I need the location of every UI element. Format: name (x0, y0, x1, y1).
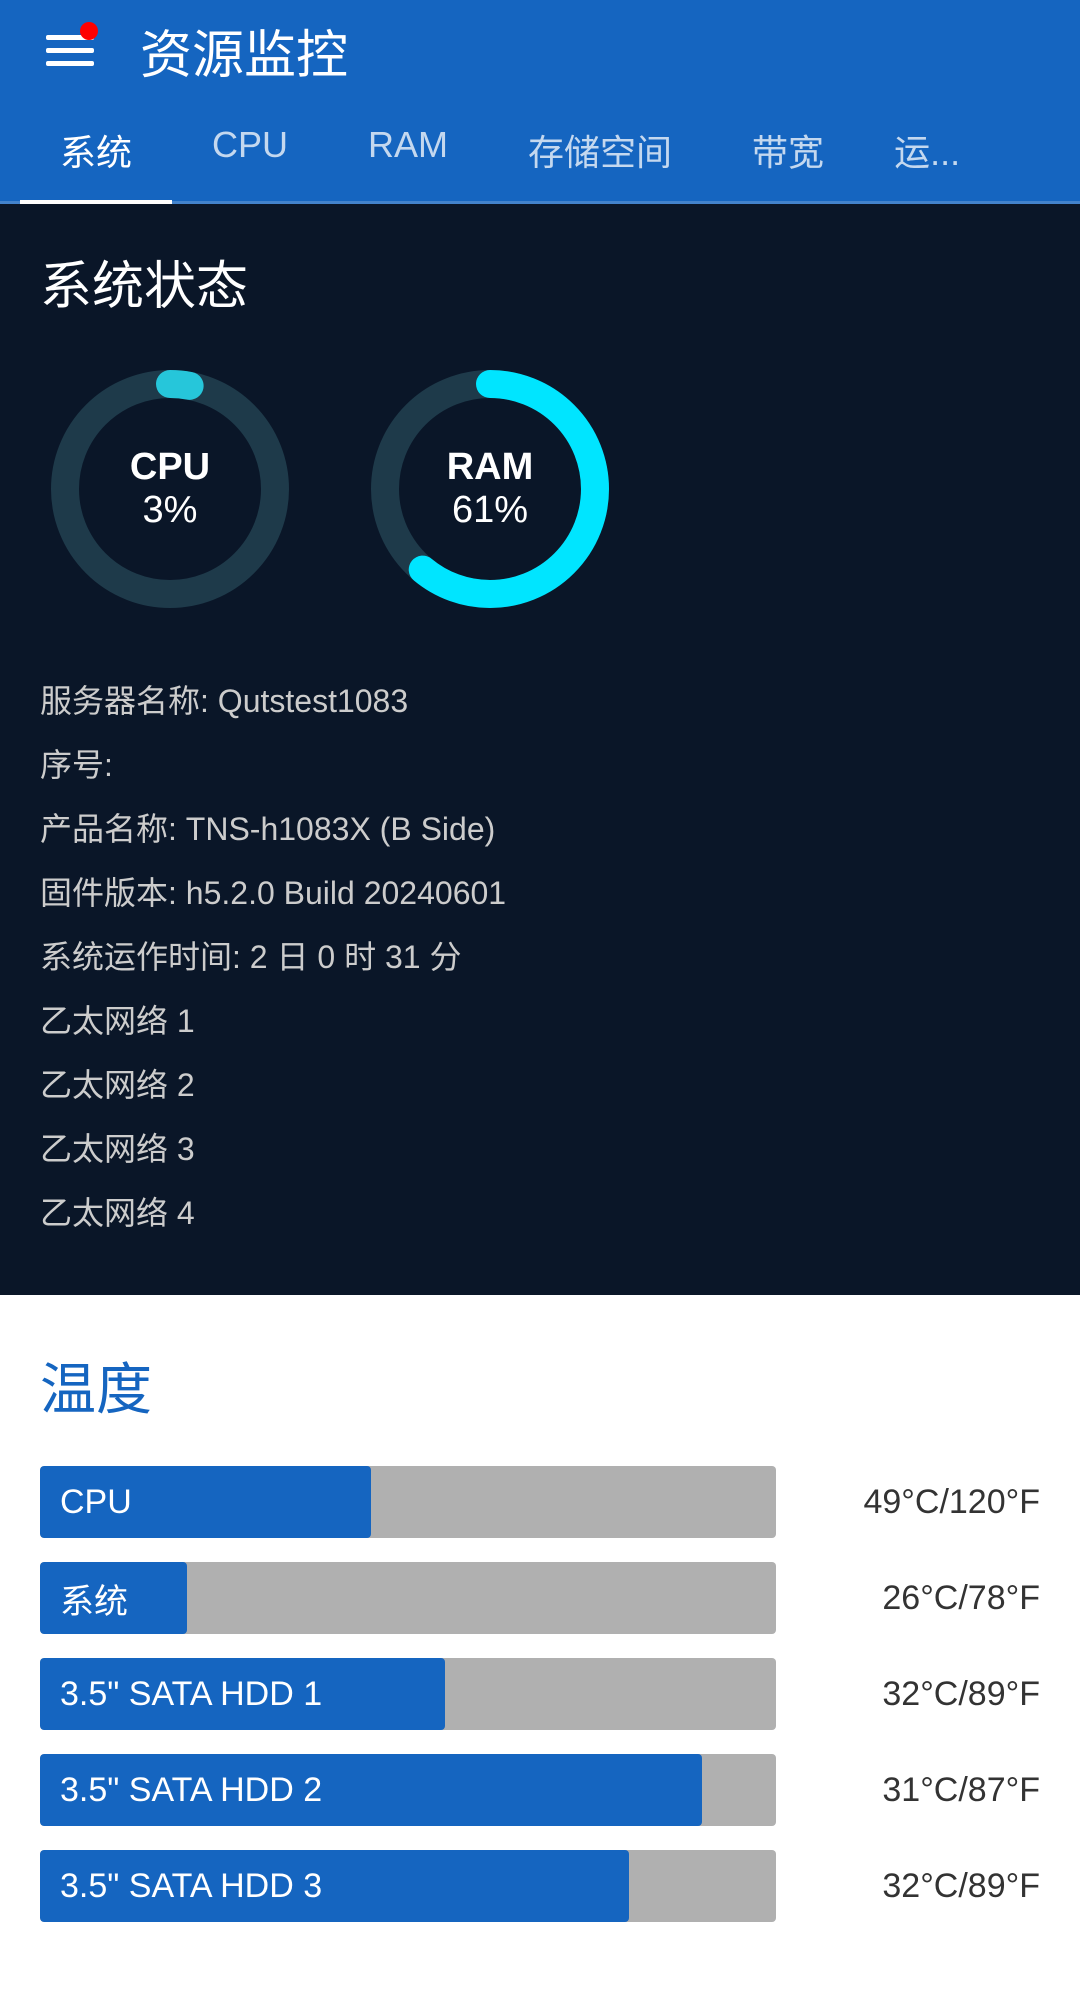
system-info: 服务器名称: Qutstest1083 序号: 产品名称: TNS-h1083X… (40, 669, 1040, 1245)
cpu-gauge-name: CPU (130, 446, 210, 489)
uptime-value: 2 日 0 时 31 分 (250, 939, 462, 975)
app-title: 资源监控 (140, 13, 348, 88)
temp-bar-container: CPU (40, 1466, 776, 1538)
tab-storage[interactable]: 存储空间 (488, 100, 712, 204)
serial-label: 序号: (40, 747, 113, 783)
server-name-row: 服务器名称: Qutstest1083 (40, 669, 1040, 733)
server-name-value: Qutstest1083 (218, 683, 408, 719)
temp-bar-fill: 系统 (40, 1562, 187, 1634)
menu-button[interactable] (40, 20, 100, 80)
temp-value: 49°C/120°F (800, 1483, 1040, 1522)
temp-bar-fill: 3.5" SATA HDD 2 (40, 1754, 702, 1826)
temp-bar-label: CPU (60, 1483, 132, 1522)
temp-row: CPU 49°C/120°F (40, 1466, 1040, 1538)
temp-bar-container: 3.5" SATA HDD 1 (40, 1658, 776, 1730)
temp-bar-label: 3.5" SATA HDD 3 (60, 1867, 322, 1906)
notification-dot (80, 22, 98, 40)
temp-bar-fill: 3.5" SATA HDD 3 (40, 1850, 629, 1922)
temp-bar-fill: 3.5" SATA HDD 1 (40, 1658, 445, 1730)
network-1: 乙太网络 1 (40, 989, 1040, 1053)
network-3: 乙太网络 3 (40, 1117, 1040, 1181)
temp-bar-label: 3.5" SATA HDD 1 (60, 1675, 322, 1714)
product-row: 产品名称: TNS-h1083X (B Side) (40, 797, 1040, 861)
network-2: 乙太网络 2 (40, 1053, 1040, 1117)
ram-gauge-name: RAM (447, 446, 534, 489)
cpu-gauge-value: 3% (143, 489, 198, 532)
temperature-title: 温度 (40, 1345, 1040, 1426)
ram-gauge-label: RAM 61% (447, 446, 534, 532)
network-4: 乙太网络 4 (40, 1181, 1040, 1245)
product-value: TNS-h1083X (B Side) (186, 811, 495, 847)
temp-bar-container: 3.5" SATA HDD 2 (40, 1754, 776, 1826)
system-status-section: 系统状态 CPU 3% RAM 61% (0, 204, 1080, 1295)
gauges-row: CPU 3% RAM 61% (40, 359, 1040, 619)
tab-cpu[interactable]: CPU (172, 100, 328, 204)
tab-system[interactable]: 系统 (20, 100, 172, 204)
uptime-row: 系统运作时间: 2 日 0 时 31 分 (40, 925, 1040, 989)
temp-value: 32°C/89°F (800, 1675, 1040, 1714)
ram-gauge: RAM 61% (360, 359, 620, 619)
temp-bar-label: 3.5" SATA HDD 2 (60, 1771, 322, 1810)
temp-row: 3.5" SATA HDD 3 32°C/89°F (40, 1850, 1040, 1922)
header: 资源监控 (0, 0, 1080, 100)
firmware-label: 固件版本: (40, 875, 177, 911)
server-name-label: 服务器名称: (40, 683, 209, 719)
tab-ram[interactable]: RAM (328, 100, 488, 204)
serial-row: 序号: (40, 733, 1040, 797)
firmware-row: 固件版本: h5.2.0 Build 20240601 (40, 861, 1040, 925)
temp-row: 系统 26°C/78°F (40, 1562, 1040, 1634)
temperature-section: 温度 CPU 49°C/120°F 系统 26°C/78°F 3.5" SATA HDD… (0, 1295, 1080, 1996)
temp-bar-container: 系统 (40, 1562, 776, 1634)
temp-bar-container: 3.5" SATA HDD 3 (40, 1850, 776, 1922)
uptime-label: 系统运作时间: (40, 939, 241, 975)
product-label: 产品名称: (40, 811, 177, 847)
tab-more[interactable]: 运... (864, 100, 990, 201)
ram-gauge-value: 61% (452, 489, 528, 532)
temp-bar-label: 系统 (60, 1574, 128, 1623)
system-status-title: 系统状态 (40, 244, 1040, 319)
firmware-value: h5.2.0 Build 20240601 (186, 875, 506, 911)
temperature-rows: CPU49°C/120°F系统26°C/78°F3.5" SATA HDD 13… (40, 1466, 1040, 1922)
temp-bar-fill: CPU (40, 1466, 371, 1538)
temp-row: 3.5" SATA HDD 1 32°C/89°F (40, 1658, 1040, 1730)
tab-bandwidth[interactable]: 带宽 (712, 100, 864, 204)
temp-row: 3.5" SATA HDD 2 31°C/87°F (40, 1754, 1040, 1826)
temp-value: 26°C/78°F (800, 1579, 1040, 1618)
cpu-gauge: CPU 3% (40, 359, 300, 619)
temp-value: 31°C/87°F (800, 1771, 1040, 1810)
tab-bar: 系统 CPU RAM 存储空间 带宽 运... (0, 100, 1080, 204)
cpu-gauge-label: CPU 3% (130, 446, 210, 532)
temp-value: 32°C/89°F (800, 1867, 1040, 1906)
